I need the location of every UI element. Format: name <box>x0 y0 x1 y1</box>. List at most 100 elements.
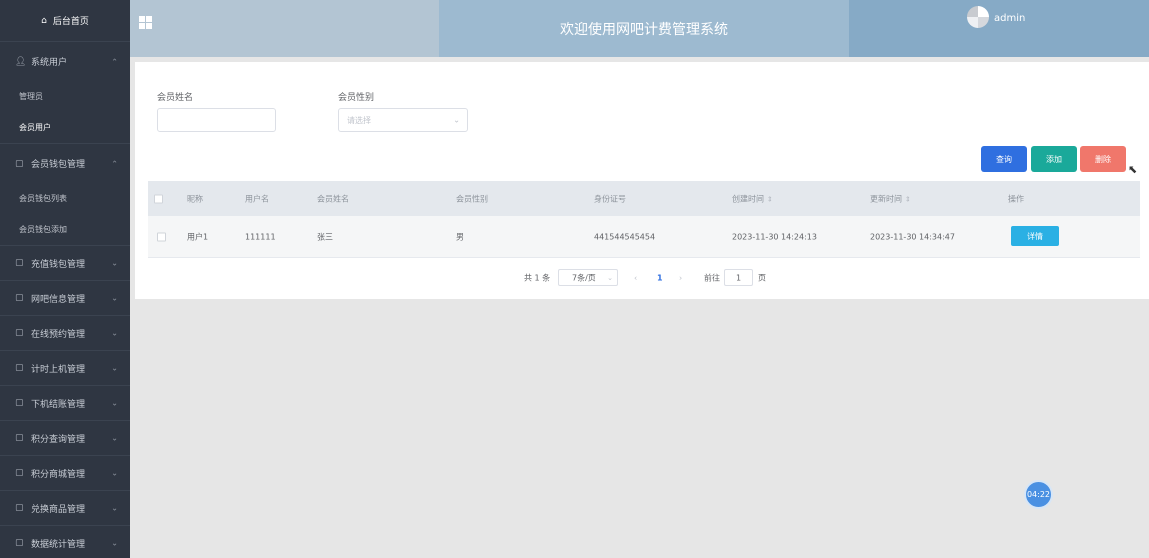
member-gender-select[interactable]: 请选择 ⌄ <box>338 108 468 132</box>
col-id-number: 身份证号 <box>594 194 626 203</box>
cell-id-number: 441544545454 <box>594 232 656 241</box>
sidebar-group-system-users: 👤︎ 系统用户 ⌃ 管理员 会员用户 <box>0 42 130 144</box>
sidebar-item-label: 积分查询管理 <box>31 434 86 445</box>
page-number-current[interactable]: 1 <box>657 273 663 282</box>
chevron-down-icon: ⌄ <box>111 363 118 373</box>
sidebar-group: ▢ 积分商城管理 ⌄ <box>0 456 130 491</box>
sidebar: ⌂ 后台首页 👤︎ 系统用户 ⌃ 管理员 会员用户 ▢ 会员钱包管理 ⌃ 会员钱… <box>0 0 130 558</box>
cell-gender: 男 <box>456 232 464 241</box>
select-all-checkbox[interactable] <box>154 194 163 203</box>
chevron-down-icon: ⌄ <box>111 503 118 513</box>
col-username: 用户名 <box>245 194 269 203</box>
chevron-down-icon: ⌄ <box>111 433 118 443</box>
sidebar-subitem-wallet-list[interactable]: 会员钱包列表 <box>0 183 130 214</box>
goto-label: 前往 <box>704 273 720 282</box>
goto-page-input[interactable]: 1 <box>724 269 753 286</box>
detail-button[interactable]: 详情 <box>1011 226 1059 246</box>
cell-created: 2023-11-30 14:24:13 <box>732 232 817 241</box>
next-page-icon[interactable]: › <box>679 273 682 282</box>
page-size-select[interactable]: 7条/页 ⌄ <box>558 269 618 286</box>
doc-icon: ▢ <box>15 158 24 169</box>
page-title: 欢迎使用网吧计费管理系统 <box>439 0 849 57</box>
sidebar-group: ▢ 兑换商品管理 ⌄ <box>0 491 130 526</box>
sidebar-group: ▢ 在线预约管理 ⌄ <box>0 316 130 351</box>
sidebar-group: ▢ 积分查询管理 ⌄ <box>0 421 130 456</box>
chevron-down-icon: ⌄ <box>453 115 460 125</box>
avatar[interactable] <box>967 6 989 28</box>
doc-icon: ▢ <box>15 363 24 373</box>
username[interactable]: admin <box>994 13 1025 24</box>
add-button[interactable]: 添加 <box>1031 146 1077 172</box>
doc-icon: ▢ <box>15 538 24 548</box>
col-created[interactable]: 创建时间 ⇕ <box>732 193 773 204</box>
pagination: 共 1 条 7条/页 ⌄ ‹ 1 › 前往 1 页 <box>524 269 784 286</box>
col-created-label: 创建时间 <box>732 194 764 203</box>
cell-nickname: 用户1 <box>187 232 209 241</box>
menu-grid-icon[interactable] <box>139 16 152 29</box>
sidebar-item-exchange[interactable]: ▢ 兑换商品管理 ⌄ <box>0 491 130 525</box>
sidebar-item-recharge[interactable]: ▢ 充值钱包管理 ⌄ <box>0 246 130 280</box>
sidebar-home-label: 后台首页 <box>52 17 89 27</box>
col-gender: 会员性别 <box>456 194 488 203</box>
pagination-total: 共 1 条 <box>524 273 551 282</box>
sidebar-item-label: 计时上机管理 <box>31 364 86 375</box>
sidebar-group: ▢ 数据统计管理 ⌄ <box>0 526 130 558</box>
col-actions: 操作 <box>1008 194 1024 203</box>
sidebar-item-label: 会员钱包管理 <box>31 160 86 170</box>
delete-button[interactable]: 删除 <box>1080 146 1126 172</box>
doc-icon: ▢ <box>15 398 24 408</box>
timer-badge[interactable]: 04:22 <box>1024 480 1053 509</box>
member-name-input[interactable] <box>157 108 276 132</box>
chevron-down-icon: ⌄ <box>111 328 118 338</box>
col-updated[interactable]: 更新时间 ⇕ <box>870 193 911 204</box>
col-updated-label: 更新时间 <box>870 194 902 203</box>
sidebar-item-label: 积分商城管理 <box>31 469 86 480</box>
doc-icon: ▢ <box>15 468 24 478</box>
top-header: 欢迎使用网吧计费管理系统 admin <box>130 0 1149 57</box>
col-member-name: 会员姓名 <box>317 194 349 203</box>
prev-page-icon[interactable]: ‹ <box>634 273 637 282</box>
header-left <box>130 0 439 57</box>
cell-member-name: 张三 <box>317 232 333 241</box>
sidebar-item-label: 下机结账管理 <box>31 399 86 410</box>
sidebar-subitem-wallet-add[interactable]: 会员钱包添加 <box>0 214 130 245</box>
sidebar-group: ▢ 充值钱包管理 ⌄ <box>0 246 130 281</box>
sidebar-item-label: 在线预约管理 <box>31 329 86 340</box>
user-icon: 👤︎ <box>15 56 27 67</box>
sidebar-home[interactable]: ⌂ 后台首页 <box>0 0 130 42</box>
chevron-up-icon: ⌃ <box>111 159 118 168</box>
member-gender-label: 会员性别 <box>338 93 375 103</box>
sidebar-group: ▢ 计时上机管理 ⌄ <box>0 351 130 386</box>
sidebar-subitem-member-users[interactable]: 会员用户 <box>0 112 130 143</box>
goto-page-value: 1 <box>735 273 742 282</box>
gender-select-placeholder: 请选择 <box>347 115 371 125</box>
sort-icon[interactable]: ⇕ <box>905 195 911 203</box>
sidebar-item-label: 系统用户 <box>31 58 68 68</box>
doc-icon: ▢ <box>15 503 24 513</box>
sidebar-subitem-admin[interactable]: 管理员 <box>0 81 130 112</box>
home-icon: ⌂ <box>41 15 47 26</box>
user-area[interactable]: admin <box>849 0 1149 57</box>
page-suffix: 页 <box>758 273 766 282</box>
sort-icon[interactable]: ⇕ <box>767 195 773 203</box>
sidebar-item-label: 网吧信息管理 <box>31 294 86 305</box>
sidebar-item-statistics[interactable]: ▢ 数据统计管理 ⌄ <box>0 526 130 558</box>
sidebar-item-netcafe-info[interactable]: ▢ 网吧信息管理 ⌄ <box>0 281 130 315</box>
query-button[interactable]: 查询 <box>981 146 1027 172</box>
sidebar-group: ▢ 下机结账管理 ⌄ <box>0 386 130 421</box>
sidebar-item-wallet[interactable]: ▢ 会员钱包管理 ⌃ <box>0 144 130 183</box>
doc-icon: ▢ <box>15 328 24 338</box>
sidebar-item-points-query[interactable]: ▢ 积分查询管理 ⌄ <box>0 421 130 455</box>
chevron-down-icon: ⌄ <box>111 398 118 408</box>
mouse-cursor-icon: ⬉ <box>1128 163 1138 176</box>
main-panel: 会员姓名 会员性别 请选择 ⌄ 查询 添加 删除 昵称 用户名 会员姓名 会员性… <box>135 62 1149 299</box>
sidebar-item-system-users[interactable]: 👤︎ 系统用户 ⌃ <box>0 42 130 81</box>
sidebar-item-timing[interactable]: ▢ 计时上机管理 ⌄ <box>0 351 130 385</box>
sidebar-item-checkout[interactable]: ▢ 下机结账管理 ⌄ <box>0 386 130 420</box>
row-checkbox[interactable] <box>157 232 166 241</box>
chevron-down-icon: ⌄ <box>111 538 118 548</box>
sidebar-item-points-mall[interactable]: ▢ 积分商城管理 ⌄ <box>0 456 130 490</box>
sidebar-group-wallet: ▢ 会员钱包管理 ⌃ 会员钱包列表 会员钱包添加 <box>0 144 130 246</box>
page-size-value: 7条/页 <box>572 273 596 282</box>
sidebar-item-reservation[interactable]: ▢ 在线预约管理 ⌄ <box>0 316 130 350</box>
